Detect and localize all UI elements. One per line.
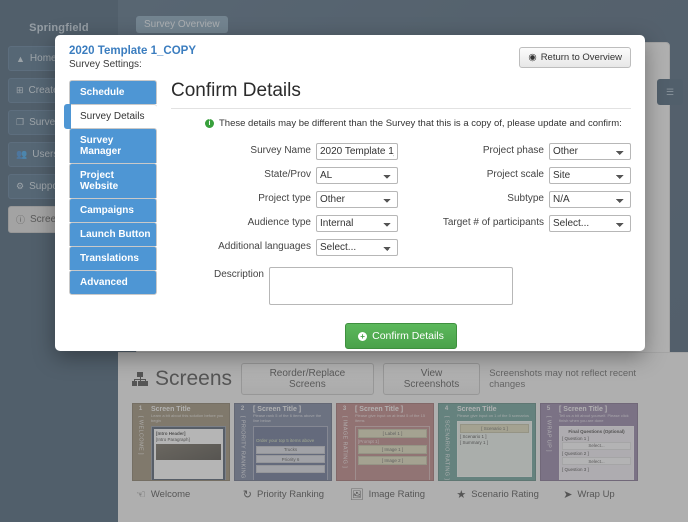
- field-label: Project scale: [486, 169, 544, 180]
- modal-body: Schedule Survey Details Survey Manager P…: [64, 80, 631, 349]
- settings-tab-list: Schedule Survey Details Survey Manager P…: [64, 80, 157, 349]
- field-label: Project phase: [482, 145, 544, 156]
- field-label: Description: [213, 269, 264, 280]
- tab-launch-button[interactable]: Launch Button: [69, 222, 157, 246]
- info-icon: i: [205, 119, 214, 128]
- tab-label: Launch Button: [80, 229, 151, 240]
- return-to-overview-button[interactable]: ◉ Return to Overview: [519, 47, 631, 68]
- confirm-button-wrap: + Confirm Details: [171, 323, 631, 349]
- field-project-type: Project type Other: [171, 189, 398, 208]
- tab-label: Translations: [80, 253, 139, 264]
- tab-campaigns[interactable]: Campaigns: [69, 198, 157, 222]
- confirm-details-label: Confirm Details: [372, 330, 444, 342]
- tab-label: Campaigns: [80, 205, 134, 216]
- project-scale-select[interactable]: Site: [549, 167, 631, 184]
- tab-label: Project Website: [80, 170, 119, 192]
- project-type-select[interactable]: Other: [316, 191, 398, 208]
- field-label: State/Prov: [264, 169, 311, 180]
- plus-circle-icon: +: [358, 331, 368, 341]
- field-project-phase: Project phase Other: [404, 141, 631, 160]
- confirm-details-button[interactable]: + Confirm Details: [345, 323, 457, 349]
- field-survey-name: Survey Name: [171, 141, 398, 160]
- field-target-participants: Target # of participants Select...: [404, 213, 631, 232]
- field-label: Audience type: [247, 217, 311, 228]
- field-state-prov: State/Prov AL: [171, 165, 398, 184]
- tab-project-website[interactable]: Project Website: [69, 163, 157, 198]
- survey-name-input[interactable]: [316, 143, 398, 160]
- tab-advanced[interactable]: Advanced: [69, 270, 157, 295]
- field-project-scale: Project scale Site: [404, 165, 631, 184]
- field-description: Description: [171, 267, 631, 305]
- tab-label: Survey Manager: [80, 135, 122, 157]
- notice-message: i These details may be different than th…: [205, 118, 631, 129]
- form-column-right: Project phase Other Project scale Site S…: [398, 141, 631, 261]
- tab-translations[interactable]: Translations: [69, 246, 157, 270]
- circle-arrow-icon: ◉: [528, 52, 537, 63]
- additional-languages-select[interactable]: Select...: [316, 239, 398, 256]
- field-label: Subtype: [507, 193, 544, 204]
- project-phase-select[interactable]: Other: [549, 143, 631, 160]
- field-label: Survey Name: [250, 145, 311, 156]
- notice-text: These details may be different than the …: [219, 118, 622, 129]
- tab-schedule[interactable]: Schedule: [69, 80, 157, 104]
- pane-heading: Confirm Details: [171, 80, 631, 109]
- tab-label: Schedule: [80, 87, 125, 98]
- field-additional-languages: Additional languages Select...: [171, 237, 398, 256]
- subtype-select[interactable]: N/A: [549, 191, 631, 208]
- tab-label: Advanced: [80, 277, 128, 288]
- return-to-overview-label: Return to Overview: [540, 52, 622, 63]
- target-participants-select[interactable]: Select...: [549, 215, 631, 232]
- field-label: Target # of participants: [442, 217, 544, 228]
- field-label: Additional languages: [218, 241, 311, 252]
- audience-type-select[interactable]: Internal: [316, 215, 398, 232]
- tab-survey-manager[interactable]: Survey Manager: [69, 128, 157, 163]
- form-column-left: Survey Name State/Prov AL Project type O…: [171, 141, 398, 261]
- confirm-details-pane: Confirm Details i These details may be d…: [157, 80, 631, 349]
- field-label: Project type: [258, 193, 311, 204]
- details-form: Survey Name State/Prov AL Project type O…: [171, 141, 631, 261]
- description-textarea[interactable]: [269, 267, 513, 305]
- tab-survey-details[interactable]: Survey Details: [64, 104, 157, 129]
- field-subtype: Subtype N/A: [404, 189, 631, 208]
- tab-label: Survey Details: [80, 111, 145, 122]
- state-prov-select[interactable]: AL: [316, 167, 398, 184]
- survey-settings-modal: 2020 Template 1_COPY Survey Settings: ◉ …: [55, 35, 645, 351]
- field-audience-type: Audience type Internal: [171, 213, 398, 232]
